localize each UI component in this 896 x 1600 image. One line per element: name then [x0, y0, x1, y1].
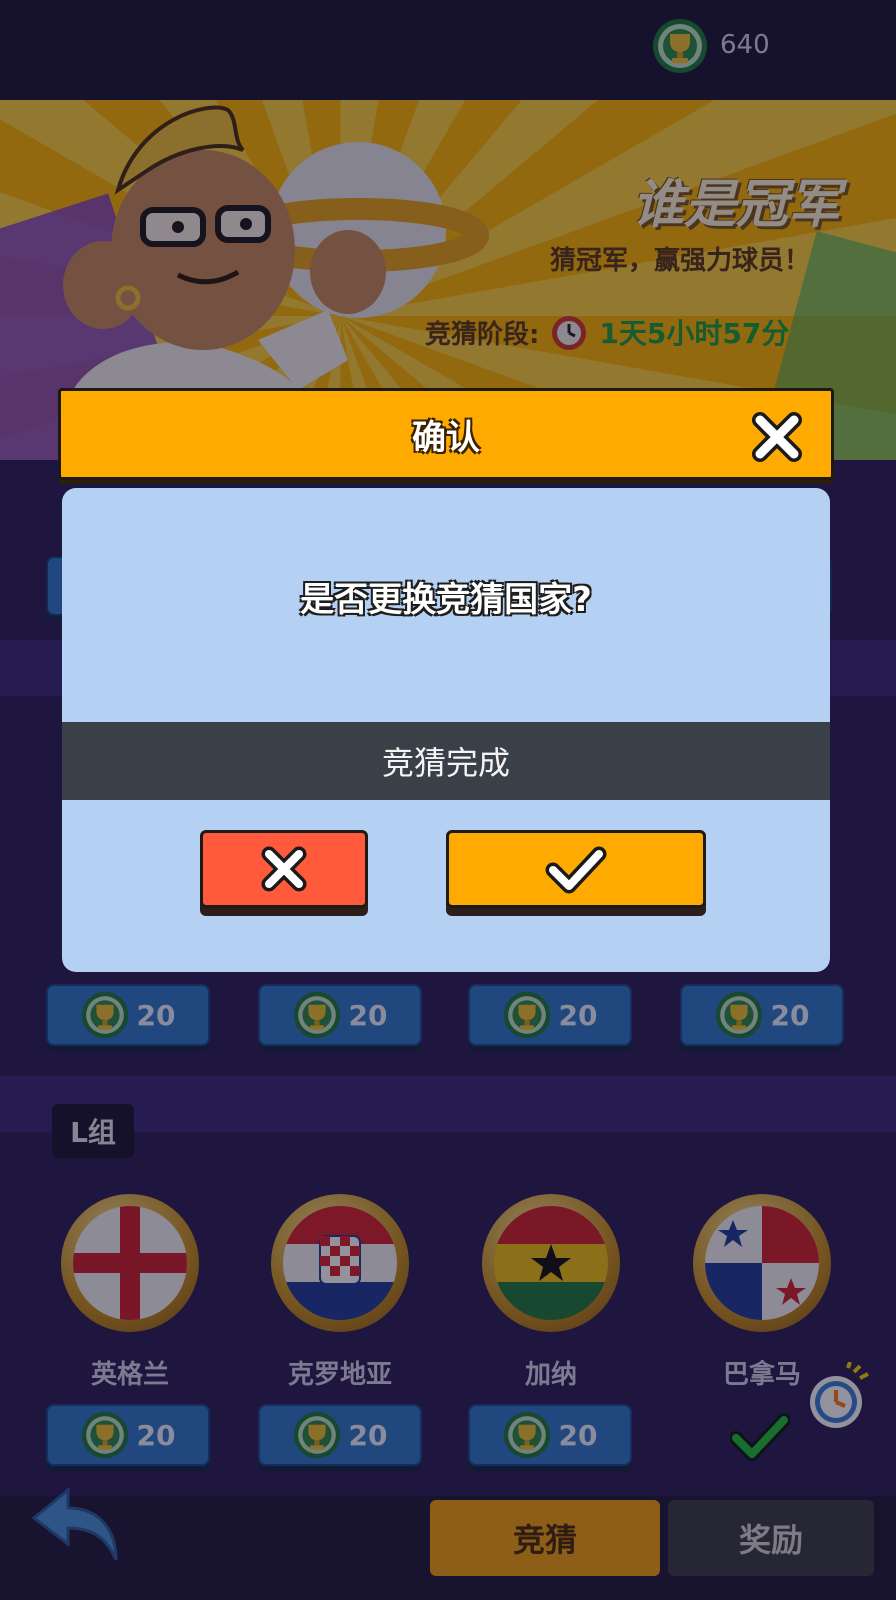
dialog-header: 确认	[58, 388, 834, 480]
dialog-status-bar: 竞猜完成	[62, 722, 830, 800]
dialog-question: 是否更换竞猜国家?	[300, 580, 592, 620]
dialog-title: 确认	[412, 417, 480, 458]
cancel-button[interactable]	[200, 830, 368, 908]
close-icon[interactable]	[750, 410, 804, 464]
check-icon	[545, 846, 607, 894]
close-icon	[261, 846, 307, 892]
confirm-button[interactable]	[446, 830, 706, 908]
